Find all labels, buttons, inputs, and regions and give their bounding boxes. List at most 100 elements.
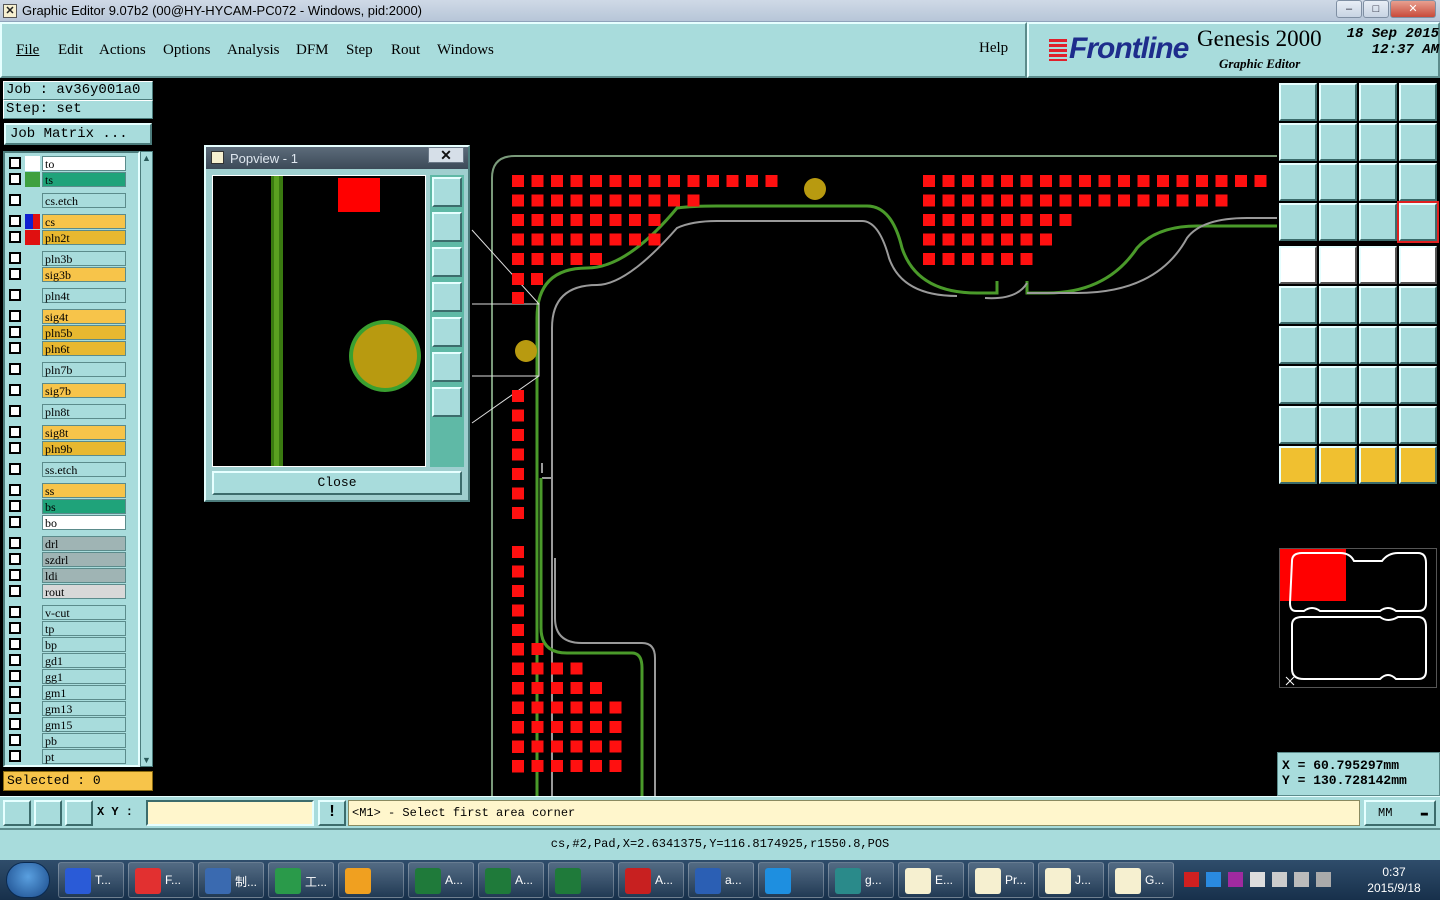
taskbar-item[interactable] (758, 862, 824, 898)
smd-pad[interactable] (512, 194, 524, 207)
smd-pad[interactable] (512, 448, 524, 461)
smd-pad[interactable] (726, 175, 739, 187)
smd-pad[interactable] (512, 409, 524, 422)
layer-row-pln3b[interactable]: pln3b (7, 251, 127, 266)
smd-pad[interactable] (1040, 233, 1052, 246)
smd-pad[interactable] (512, 643, 524, 655)
menu-file[interactable]: File (16, 42, 39, 59)
layer-row-rout[interactable]: rout (7, 584, 127, 599)
select-pad-icon[interactable] (1279, 246, 1317, 284)
layer-name[interactable]: pln5b (42, 325, 126, 340)
smd-pad[interactable] (609, 701, 622, 714)
smd-pad[interactable] (1040, 214, 1052, 226)
smd-pad[interactable] (1079, 175, 1091, 187)
xy-input[interactable] (146, 800, 314, 826)
smd-pad[interactable] (551, 233, 563, 246)
layer-display-checkbox[interactable] (9, 606, 21, 618)
smd-pad[interactable] (1020, 175, 1033, 187)
smd-pad[interactable] (531, 662, 544, 675)
layer-display-checkbox[interactable] (9, 194, 21, 206)
layer-name[interactable]: sig8t (42, 425, 126, 440)
layer-name[interactable]: gg1 (42, 669, 126, 684)
layer-display-checkbox[interactable] (9, 718, 21, 730)
net-a-icon[interactable] (1359, 203, 1397, 241)
smd-pad[interactable] (551, 740, 563, 753)
smd-pad[interactable] (1020, 233, 1033, 246)
layer-display-checkbox[interactable] (9, 384, 21, 396)
menu-edit[interactable]: Edit (58, 42, 83, 59)
smd-pad[interactable] (590, 682, 602, 694)
smd-pad[interactable] (570, 253, 583, 265)
smd-pad[interactable] (1176, 194, 1189, 207)
layer-row-ss[interactable]: ss (7, 483, 127, 498)
smd-pad[interactable] (981, 214, 994, 226)
fit-icon[interactable] (1279, 163, 1317, 201)
layer-row-pln9b[interactable]: pln9b (7, 441, 127, 456)
layer-row-gm15[interactable]: gm15 (7, 717, 127, 732)
layer-name[interactable]: v-cut (42, 605, 126, 620)
layer-display-checkbox[interactable] (9, 734, 21, 746)
tray-app-icon[interactable] (1184, 872, 1199, 887)
smd-pad[interactable] (923, 175, 935, 187)
layer-display-checkbox[interactable] (9, 310, 21, 322)
minimize-button[interactable]: – (1336, 0, 1362, 18)
tray-app2-icon[interactable] (1206, 872, 1221, 887)
smd-pad[interactable] (590, 760, 602, 772)
flip-icon[interactable] (1399, 326, 1437, 364)
layer-name[interactable]: drl (42, 536, 126, 551)
smd-pad[interactable] (1137, 175, 1150, 187)
smd-pad[interactable] (1118, 175, 1130, 187)
layer-name[interactable]: cs.etch (42, 193, 126, 208)
smd-pad[interactable] (942, 214, 955, 226)
layer-color-swatch[interactable] (25, 156, 40, 171)
popview-pan-left-icon[interactable] (432, 282, 462, 312)
smd-pad[interactable] (512, 740, 524, 753)
smd-pad[interactable] (570, 214, 583, 226)
smd-pad[interactable] (531, 701, 544, 714)
menu-rout[interactable]: Rout (391, 42, 420, 59)
layer-color-swatch[interactable] (25, 172, 40, 187)
layer-row-gg1[interactable]: gg1 (7, 669, 127, 684)
smd-pad[interactable] (765, 175, 778, 187)
smd-pad[interactable] (981, 194, 994, 207)
popview-zoom-in-icon[interactable] (432, 387, 462, 417)
copy-icon[interactable] (1279, 366, 1317, 404)
smd-pad[interactable] (531, 643, 544, 655)
layer-name[interactable]: pln2t (42, 230, 126, 245)
smd-pad[interactable] (981, 253, 994, 265)
smd-pad[interactable] (923, 233, 935, 246)
smd-pad[interactable] (570, 740, 583, 753)
taskbar-item[interactable]: E... (898, 862, 964, 898)
smd-pad[interactable] (512, 624, 524, 636)
smd-pad[interactable] (1157, 194, 1169, 207)
smd-pad[interactable] (512, 565, 524, 578)
layer-name[interactable]: pln4t (42, 288, 126, 303)
menu-options[interactable]: Options (163, 42, 211, 59)
smd-pad[interactable] (512, 585, 524, 597)
layer-display-checkbox[interactable] (9, 326, 21, 338)
smd-pad[interactable] (512, 390, 524, 402)
layer-display-checkbox[interactable] (9, 173, 21, 185)
smd-pad[interactable] (942, 175, 955, 187)
layer-row-ts[interactable]: ts (7, 172, 127, 187)
connect-icon[interactable] (1359, 286, 1397, 324)
smd-pad[interactable] (570, 233, 583, 246)
menu-actions[interactable]: Actions (99, 42, 146, 59)
layer-name[interactable]: pln9b (42, 441, 126, 456)
menu-analysis[interactable]: Analysis (227, 42, 280, 59)
taskbar-item[interactable]: A... (618, 862, 684, 898)
smd-pad[interactable] (1098, 194, 1111, 207)
arc-icon[interactable] (1359, 326, 1397, 364)
popview-zoom-home-icon[interactable] (432, 177, 462, 207)
layer-display-checkbox[interactable] (9, 686, 21, 698)
taskbar-clock[interactable]: 0:37 2015/9/18 (1352, 864, 1436, 896)
layer-name[interactable]: gd1 (42, 653, 126, 668)
smd-pad[interactable] (981, 233, 994, 246)
select-box-icon[interactable] (1319, 446, 1357, 484)
popview-close-button[interactable]: Close (212, 471, 462, 495)
layer-row-pln5b[interactable]: pln5b (7, 325, 127, 340)
smd-pad[interactable] (1020, 253, 1033, 265)
smd-pad[interactable] (512, 701, 524, 714)
layer-display-checkbox[interactable] (9, 231, 21, 243)
smd-pad[interactable] (590, 253, 602, 265)
